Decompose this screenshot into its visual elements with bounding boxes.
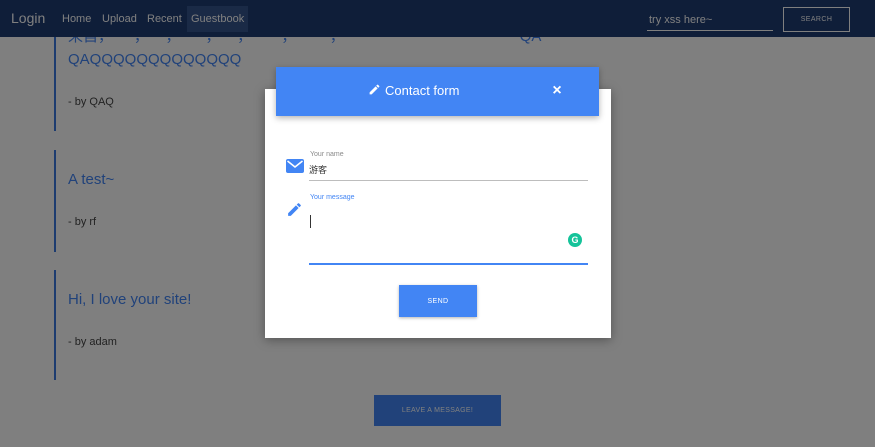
name-field[interactable]: 游客 — [309, 163, 327, 176]
name-label: Your name — [310, 151, 344, 158]
close-icon[interactable]: × — [548, 82, 566, 100]
message-label: Your message — [310, 194, 355, 201]
message-underline — [309, 263, 588, 265]
text-caret — [310, 215, 311, 228]
name-underline — [309, 180, 588, 181]
modal-title: Contact form — [368, 81, 459, 101]
modal-title-text: Contact form — [385, 83, 460, 98]
pencil-icon — [368, 83, 381, 99]
grammarly-icon[interactable]: G — [568, 233, 582, 247]
message-textarea[interactable] — [309, 207, 588, 262]
modal-header: Contact form × — [276, 67, 599, 116]
send-button[interactable]: SEND — [399, 285, 477, 317]
pencil-icon — [286, 201, 303, 223]
envelope-icon — [286, 159, 304, 178]
